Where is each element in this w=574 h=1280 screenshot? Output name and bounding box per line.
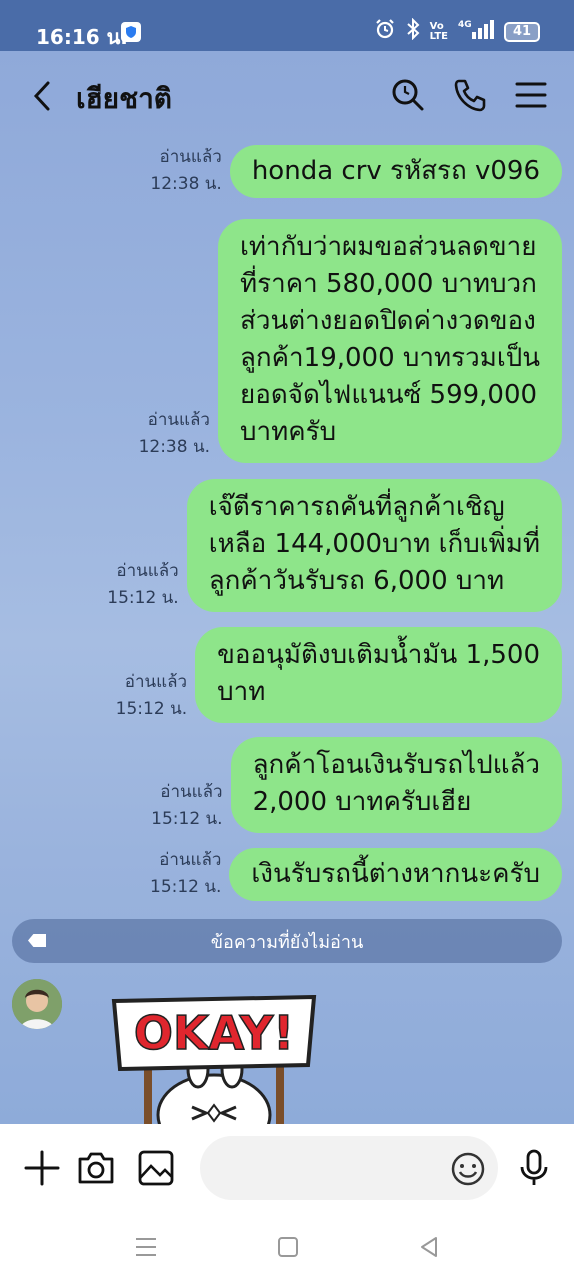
message-time: 15:12 น. [115,699,188,719]
message-bubble[interactable]: honda crv รหัสรถ v096 [229,145,562,198]
message-meta: อ่านแล้ว 15:12 น. [116,669,187,723]
volte-icon: Vo LTE [429,20,448,42]
chat-area[interactable]: เฮียชาติ อ่านแล้ว 12:38 น. honda crv รหั… [0,51,574,1124]
gallery-button[interactable] [136,1148,176,1188]
menu-button[interactable] [512,75,552,115]
message-time: 15:12 น. [107,588,179,608]
call-button[interactable] [450,75,490,115]
message-row: อ่านแล้ว 15:12 น. เจ๊ตีราคารถคันที่ลูกค้… [107,479,562,612]
unread-label: ข้อความที่ยังไม่อ่าน [210,931,364,953]
square-icon [278,1237,298,1257]
read-status: อ่านแล้ว [160,782,223,802]
search-button[interactable] [388,75,428,115]
message-meta: อ่านแล้ว 15:12 น. [150,847,221,901]
read-status: อ่านแล้ว [147,410,210,430]
shield-icon [121,22,141,42]
image-icon [138,1150,174,1186]
message-time: 12:38 น. [150,174,222,194]
read-status: อ่านแล้ว [159,850,222,870]
message-bubble[interactable]: ลูกค้าโอนเงินรับรถไปแล้ว 2,000 บาทครับเฮ… [230,737,562,833]
system-nav-bar [0,1214,574,1280]
message-time: 15:12 น. [150,877,222,897]
network-label: 4G [458,20,472,30]
triangle-back-icon [421,1237,437,1257]
message-time: 12:38 น. [138,437,210,457]
avatar[interactable] [12,979,62,1029]
message-bubble[interactable]: ขออนุมัติงบเติมน้ำมัน 1,500 บาท [195,627,562,723]
message-row: อ่านแล้ว 12:38 น. เท่ากับว่าผมขอส่วนลดขา… [139,219,562,463]
voice-button[interactable] [514,1148,554,1188]
camera-icon [78,1152,114,1184]
read-status: อ่านแล้ว [116,561,179,581]
phone-icon [454,79,486,112]
message-meta: อ่านแล้ว 12:38 น. [150,144,221,198]
input-bar [0,1124,574,1214]
sticker-text: OKAY! [134,1006,294,1060]
search-icon [392,79,424,111]
camera-button[interactable] [76,1148,116,1188]
message-row: อ่านแล้ว 12:38 น. honda crv รหัสรถ v096 [150,144,562,198]
read-status: อ่านแล้ว [159,147,222,167]
bluetooth-icon [406,17,420,45]
emoji-button[interactable] [450,1151,486,1187]
back-button[interactable] [26,75,60,117]
status-bar: 16:16 น. Vo LTE 4G 41 [0,0,574,51]
message-row: อ่านแล้ว 15:12 น. ขออนุมัติงบเติมน้ำมัน … [116,627,562,723]
message-time: 15:12 น. [151,809,223,829]
message-bubble[interactable]: เท่ากับว่าผมขอส่วนลดขาย ที่ราคา 580,000 … [217,219,562,463]
message-meta: อ่านแล้ว 12:38 น. [139,407,210,461]
message-bubble[interactable]: เจ๊ตีราคารถคันที่ลูกค้าเชิญ เหลือ 144,00… [186,479,562,612]
chat-title: เฮียชาติ [76,82,172,115]
back-nav-button[interactable] [414,1232,444,1262]
message-bubble[interactable]: เงินรับรถนี้ต่างหากนะครับ [229,848,562,901]
message-row: อ่านแล้ว 15:12 น. ลูกค้าโอนเงินรับรถไปแล… [151,737,562,833]
message-meta: อ่านแล้ว 15:12 น. [151,779,222,833]
unread-divider: ข้อความที่ยังไม่อ่าน [12,919,562,963]
message-meta: อ่านแล้ว 15:12 น. [107,558,178,612]
tag-icon [28,934,46,947]
okay-sticker[interactable]: OKAY! [110,994,320,1124]
message-row: อ่านแล้ว 15:12 น. เงินรับรถนี้ต่างหากนะค… [150,847,562,901]
signal-icon: 4G [458,18,494,45]
recent-apps-button[interactable] [131,1232,161,1262]
status-time: 16:16 น. [36,25,128,49]
add-button[interactable] [22,1148,62,1188]
hamburger-menu-icon [515,82,547,108]
menu-lines-icon [136,1238,156,1256]
battery-icon: 41 [504,21,540,42]
smiley-icon [451,1152,485,1186]
plus-icon [24,1150,60,1186]
alarm-icon [374,18,396,45]
chat-header: เฮียชาติ [0,51,574,139]
home-button[interactable] [273,1232,303,1262]
read-status: อ่านแล้ว [124,672,188,692]
microphone-icon [520,1149,548,1185]
